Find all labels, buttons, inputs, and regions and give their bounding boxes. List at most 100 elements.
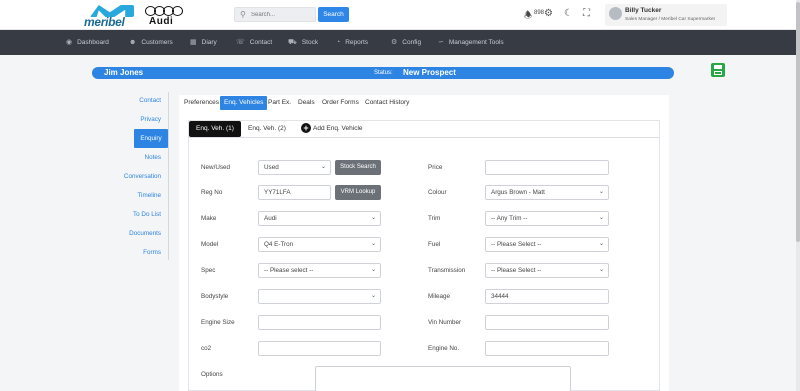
meribel-logo[interactable]: meribel — [84, 5, 136, 29]
label-transmission: Transmission — [428, 267, 466, 274]
make-value: Audi — [264, 215, 277, 222]
nav-diary[interactable]: ▦ Diary — [190, 30, 217, 55]
new-used-value: Used — [264, 164, 279, 171]
engine-size-input[interactable] — [258, 315, 381, 330]
side-item-privacy[interactable]: Privacy — [140, 116, 161, 123]
tab-enq-veh-1[interactable]: Enq. Veh. (1) — [189, 121, 241, 137]
side-item-notes[interactable]: Notes — [145, 154, 161, 161]
side-item-documents[interactable]: Documents — [129, 230, 161, 237]
status-badge: New Prospect — [403, 68, 456, 77]
tab-deals[interactable]: Deals — [298, 96, 315, 110]
nav-label: Management Tools — [448, 39, 504, 46]
top-bar: meribel Audi ⚲ Search 🕭 898 ⚙ ☾ ⛶ Billy … — [0, 0, 800, 30]
nav-label: Config — [402, 39, 422, 46]
side-item-todo[interactable]: To Do List — [133, 211, 161, 218]
reg-no-input[interactable]: YY71LFA — [258, 185, 331, 200]
label-make: Make — [201, 215, 217, 222]
stock-search-button[interactable]: Stock Search — [335, 160, 381, 175]
chevron-down-icon: ⌄ — [598, 241, 604, 247]
label-vin-number: Vin Number — [428, 319, 462, 326]
model-value: Q4 E-Tron — [264, 241, 294, 248]
nav-stock[interactable]: ⛟ Stock — [288, 30, 318, 55]
label-model: Model — [201, 241, 219, 248]
label-reg-no: Reg No — [201, 189, 223, 196]
chart-line-icon: ∽ — [438, 39, 444, 46]
mileage-input[interactable]: 34444 — [485, 289, 609, 304]
side-item-conversation[interactable]: Conversation — [124, 173, 161, 180]
user-menu[interactable]: Billy Tucker Sales Manager / Meribel Car… — [605, 4, 727, 26]
side-item-enquiry[interactable]: Enquiry — [134, 129, 168, 148]
user-role: Sales Manager / Meribel Car Supermarket — [625, 17, 715, 22]
nav-label: Dashboard — [77, 39, 109, 46]
fuel-value: -- Please Select -- — [491, 241, 542, 248]
bell-icon[interactable]: 🕭 — [524, 8, 532, 24]
avatar — [609, 7, 622, 20]
label-bodystyle: Bodystyle — [201, 293, 229, 300]
status-label: Status: — [374, 69, 393, 76]
tab-order-forms[interactable]: Order Forms — [322, 96, 359, 110]
label-price: Price — [428, 164, 443, 171]
main-panel: Preferences Enq. Vehicles Part Ex. Deals… — [179, 95, 669, 391]
audi-rings-icon — [145, 6, 185, 16]
fuel-select[interactable]: -- Please Select -- ⌄ — [485, 237, 609, 252]
tab-preferences[interactable]: Preferences — [184, 96, 219, 110]
transmission-value: -- Please Select -- — [491, 267, 542, 274]
save-icon[interactable] — [711, 63, 725, 77]
nav-contact[interactable]: ☏ Contact — [236, 30, 272, 55]
side-item-contact[interactable]: Contact — [139, 97, 161, 104]
scrollbar-thumb[interactable] — [796, 2, 800, 242]
moon-icon[interactable]: ☾ — [564, 8, 573, 19]
gear-icon[interactable]: ⚙ — [544, 8, 553, 19]
chart-icon: ◔ — [336, 39, 341, 46]
customer-name: Jim Jones — [104, 68, 144, 77]
make-select[interactable]: Audi ⌄ — [258, 211, 381, 226]
contact-icon: ☏ — [236, 39, 245, 46]
trim-value: -- Any Trim -- — [491, 215, 528, 222]
dashboard-icon: ◉ — [66, 39, 73, 46]
nav-reports[interactable]: ◔ Reports — [336, 30, 368, 55]
vrm-lookup-button[interactable]: VRM Lookup — [335, 185, 381, 200]
nav-config[interactable]: ⚙ Config — [391, 30, 421, 55]
trim-select[interactable]: -- Any Trim -- ⌄ — [485, 211, 609, 226]
nav-management-tools[interactable]: ∽ Management Tools — [438, 30, 504, 55]
vin-number-input[interactable] — [485, 315, 609, 330]
transmission-select[interactable]: -- Please Select -- ⌄ — [485, 263, 609, 278]
user-name: Billy Tucker — [625, 7, 662, 14]
options-textarea[interactable] — [315, 366, 571, 391]
enquiry-vehicle-panel: Enq. Veh. (1) Enq. Veh. (2) + Add Enq. V… — [188, 120, 660, 391]
search-button[interactable]: Search — [318, 7, 349, 22]
colour-value: Argus Brown - Matt — [491, 189, 545, 196]
model-select[interactable]: Q4 E-Tron ⌄ — [258, 237, 381, 252]
label-co2: co2 — [201, 345, 212, 352]
spec-value: -- Please select -- — [264, 267, 314, 274]
tab-enq-vehicles[interactable]: Enq. Vehicles — [220, 96, 268, 110]
label-mileage: Mileage — [428, 293, 451, 300]
price-input[interactable] — [485, 160, 609, 175]
nav-customers[interactable]: ☻ Customers — [129, 30, 173, 55]
side-item-timeline[interactable]: Timeline — [137, 192, 161, 199]
nav-label: Stock — [301, 39, 319, 46]
bodystyle-select[interactable]: ⌄ — [258, 289, 381, 304]
label-engine-size: Engine Size — [201, 319, 235, 326]
tab-contact-history[interactable]: Contact History — [365, 96, 409, 110]
nav-label: Customers — [141, 39, 173, 46]
co2-input[interactable] — [258, 341, 381, 356]
meribel-logo-text: meribel — [84, 15, 125, 29]
audi-logo-text: Audi — [149, 16, 174, 27]
search-input[interactable] — [251, 9, 313, 20]
new-used-select[interactable]: Used ⌄ — [258, 160, 331, 175]
add-enq-vehicle-label: Add Enq. Vehicle — [313, 125, 363, 132]
calendar-icon: ▦ — [190, 39, 197, 46]
colour-select[interactable]: Argus Brown - Matt ⌄ — [485, 185, 609, 200]
side-item-forms[interactable]: Forms — [143, 249, 161, 256]
fullscreen-icon[interactable]: ⛶ — [583, 8, 590, 19]
label-spec: Spec — [201, 267, 216, 274]
label-options: Options — [201, 371, 223, 378]
spec-select[interactable]: -- Please select -- ⌄ — [258, 263, 381, 278]
nav-dashboard[interactable]: ◉ Dashboard — [66, 30, 109, 55]
engine-no-input[interactable] — [485, 341, 609, 356]
tab-part-ex[interactable]: Part Ex. — [268, 96, 291, 110]
chevron-down-icon: ⌄ — [598, 267, 604, 273]
chevron-down-icon: ⌄ — [370, 241, 376, 247]
tab-enq-veh-2[interactable]: Enq. Veh. (2) — [248, 125, 286, 132]
